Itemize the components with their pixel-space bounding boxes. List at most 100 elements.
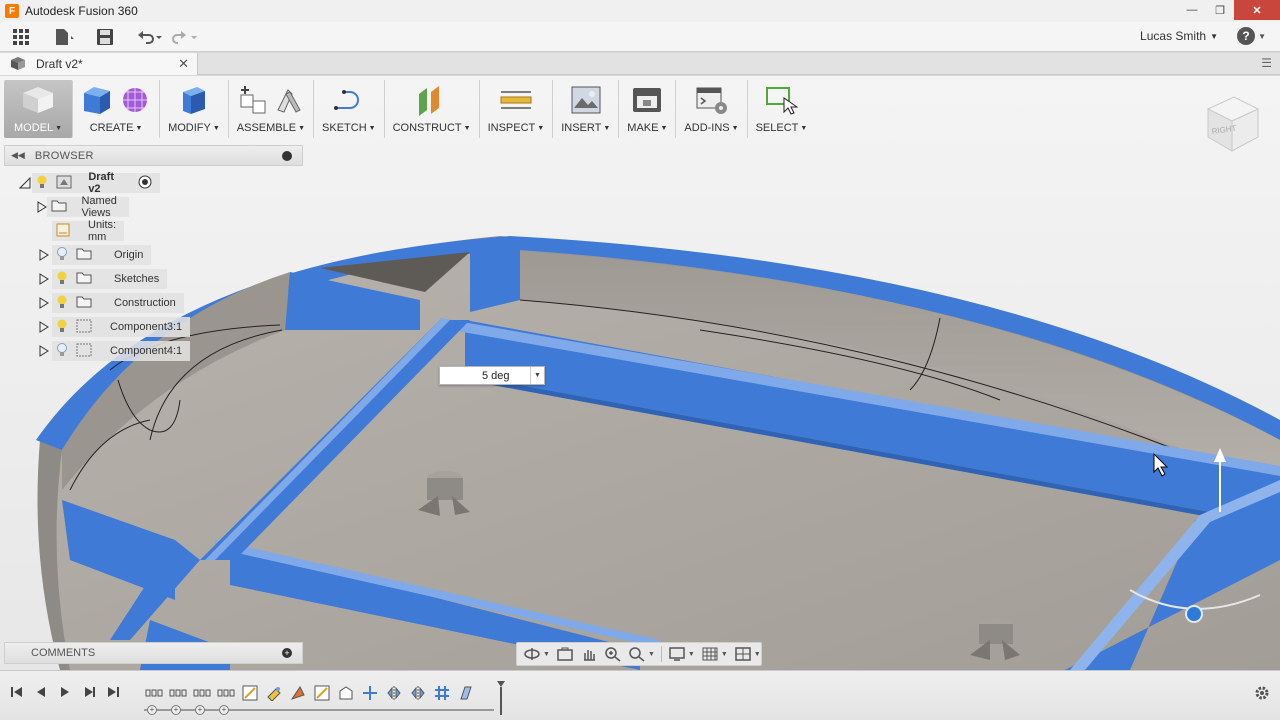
tab-list-menu-icon[interactable]: ☰ bbox=[1261, 56, 1272, 70]
timeline-group-marker[interactable]: + bbox=[219, 705, 229, 715]
tree-item-component4[interactable]: Component4:1 bbox=[36, 340, 191, 362]
modify-menu[interactable]: MODIFY ▼ bbox=[160, 80, 229, 138]
timeline-sketch-icon[interactable] bbox=[312, 684, 332, 702]
draft-angle-value[interactable]: 5 deg bbox=[482, 370, 510, 382]
timeline-bar: + + + + bbox=[0, 670, 1280, 720]
measure-icon bbox=[500, 91, 532, 109]
collapsed-triangle-icon[interactable] bbox=[36, 273, 52, 285]
chevron-down-icon: ▼ bbox=[1258, 31, 1266, 41]
view-cube[interactable]: RIGHT bbox=[1204, 93, 1262, 155]
timeline-group-marker[interactable]: + bbox=[171, 705, 181, 715]
document-tab[interactable]: Draft v2* ✕ bbox=[0, 53, 198, 75]
help-button[interactable]: ? ▼ bbox=[1237, 27, 1266, 45]
step-forward-icon[interactable] bbox=[82, 685, 96, 699]
add-comment-icon[interactable]: + bbox=[282, 648, 292, 658]
timeline-fillet-icon[interactable] bbox=[288, 684, 308, 702]
timeline-group-marker[interactable]: + bbox=[147, 705, 157, 715]
collapsed-triangle-icon[interactable] bbox=[36, 321, 52, 333]
create-menu[interactable]: CREATE ▼ bbox=[73, 80, 161, 138]
timeline-mirror-icon[interactable] bbox=[384, 684, 404, 702]
sketch-menu[interactable]: SKETCH ▼ bbox=[314, 80, 385, 138]
expanded-triangle-icon[interactable] bbox=[18, 177, 32, 189]
display-settings-icon bbox=[669, 647, 685, 661]
timeline-group-marker[interactable]: + bbox=[195, 705, 205, 715]
redo-icon[interactable] bbox=[172, 29, 200, 45]
minimize-button[interactable]: — bbox=[1178, 0, 1206, 20]
step-back-icon[interactable] bbox=[34, 685, 48, 699]
select-menu[interactable]: SELECT ▼ bbox=[748, 80, 816, 138]
lightbulb-on-icon[interactable] bbox=[56, 295, 68, 312]
construct-label: CONSTRUCT bbox=[392, 122, 462, 134]
lightbulb-on-icon[interactable] bbox=[36, 175, 48, 192]
addins-menu[interactable]: ADD-INS ▼ bbox=[676, 80, 748, 138]
timeline-mirror-icon[interactable] bbox=[408, 684, 428, 702]
tree-item-units[interactable]: Units: mm bbox=[52, 219, 125, 243]
fit-button[interactable]: ▼ bbox=[628, 646, 655, 662]
chevron-down-icon[interactable]: ▼ bbox=[530, 367, 544, 384]
chevron-down-icon: ▼ bbox=[800, 124, 808, 132]
go-to-start-icon[interactable] bbox=[10, 685, 24, 699]
collapsed-triangle-icon[interactable] bbox=[36, 249, 52, 261]
timeline-extrude-icon[interactable] bbox=[264, 684, 284, 702]
lightbulb-off-icon[interactable] bbox=[56, 342, 68, 360]
orbit-button[interactable]: ▼ bbox=[523, 646, 550, 662]
pan-button[interactable] bbox=[580, 646, 598, 662]
timeline-move-icon[interactable] bbox=[360, 684, 380, 702]
file-menu-icon[interactable] bbox=[54, 28, 76, 46]
data-panel-grid-icon[interactable] bbox=[12, 28, 30, 46]
restore-button[interactable]: ❐ bbox=[1206, 0, 1234, 20]
tree-item-named-views[interactable]: Named Views bbox=[36, 195, 130, 219]
timeline-pattern-icon[interactable] bbox=[432, 684, 452, 702]
play-icon[interactable] bbox=[58, 685, 72, 699]
comments-panel-header[interactable]: COMMENTS + bbox=[4, 642, 303, 664]
document-tab-name: Draft v2* bbox=[36, 57, 83, 71]
close-window-button[interactable]: ✕ bbox=[1234, 0, 1280, 20]
tree-item-root[interactable]: Draft v2 bbox=[18, 171, 160, 195]
go-to-end-icon[interactable] bbox=[106, 685, 120, 699]
assemble-menu[interactable]: ASSEMBLE ▼ bbox=[229, 80, 315, 138]
display-settings-button[interactable]: ▼ bbox=[668, 646, 695, 662]
grid-settings-button[interactable]: ▼ bbox=[701, 646, 728, 662]
construct-menu[interactable]: CONSTRUCT ▼ bbox=[385, 80, 480, 138]
panel-pin-icon[interactable] bbox=[282, 151, 292, 161]
collapsed-triangle-icon[interactable] bbox=[36, 297, 52, 309]
timeline-shell-icon[interactable] bbox=[336, 684, 356, 702]
timeline-component-icon[interactable] bbox=[192, 684, 212, 702]
close-tab-icon[interactable]: ✕ bbox=[178, 56, 189, 72]
timeline-component-icon[interactable] bbox=[144, 684, 164, 702]
look-at-icon bbox=[557, 647, 573, 661]
modify-label: MODIFY bbox=[168, 122, 211, 134]
save-icon[interactable] bbox=[96, 28, 114, 46]
form-sphere-icon bbox=[123, 88, 148, 112]
timeline-component-icon[interactable] bbox=[168, 684, 188, 702]
inspect-label: INSPECT bbox=[487, 122, 536, 134]
zoom-button[interactable] bbox=[604, 646, 622, 662]
timeline-settings-gear-icon[interactable] bbox=[1254, 685, 1270, 704]
tree-item-origin[interactable]: Origin bbox=[36, 244, 152, 266]
workspace-switcher-model[interactable]: MODEL ▼ bbox=[4, 80, 74, 138]
tree-item-construction[interactable]: Construction bbox=[36, 292, 184, 314]
browser-panel-header[interactable]: ◀◀ BROWSER bbox=[4, 145, 303, 166]
undo-icon[interactable] bbox=[136, 29, 164, 45]
inspect-menu[interactable]: INSPECT ▼ bbox=[480, 80, 554, 138]
insert-menu[interactable]: INSERT ▼ bbox=[553, 80, 620, 138]
offset-plane-icon bbox=[418, 86, 439, 116]
viewports-button[interactable]: ▼ bbox=[734, 646, 761, 662]
tree-item-sketches[interactable]: Sketches bbox=[36, 268, 168, 290]
timeline-marker-handle[interactable] bbox=[497, 681, 505, 715]
make-menu[interactable]: MAKE ▼ bbox=[619, 80, 677, 138]
timeline-draft-icon[interactable] bbox=[456, 684, 476, 702]
collapsed-triangle-icon[interactable] bbox=[36, 345, 52, 357]
timeline-component-icon[interactable] bbox=[216, 684, 236, 702]
tree-item-component3[interactable]: Component3:1 bbox=[36, 316, 191, 338]
look-at-button[interactable] bbox=[556, 646, 574, 662]
collapse-panel-icon[interactable]: ◀◀ bbox=[11, 150, 25, 161]
lightbulb-on-icon[interactable] bbox=[56, 271, 68, 288]
lightbulb-on-icon[interactable] bbox=[56, 319, 68, 336]
activate-radio-icon[interactable] bbox=[138, 175, 152, 192]
timeline-sketch-icon[interactable] bbox=[240, 684, 260, 702]
collapsed-triangle-icon[interactable] bbox=[36, 201, 47, 213]
draft-angle-input[interactable]: 5 deg ▼ bbox=[439, 366, 545, 385]
user-menu[interactable]: Lucas Smith ▼ bbox=[1140, 29, 1218, 43]
lightbulb-off-icon[interactable] bbox=[56, 246, 68, 264]
